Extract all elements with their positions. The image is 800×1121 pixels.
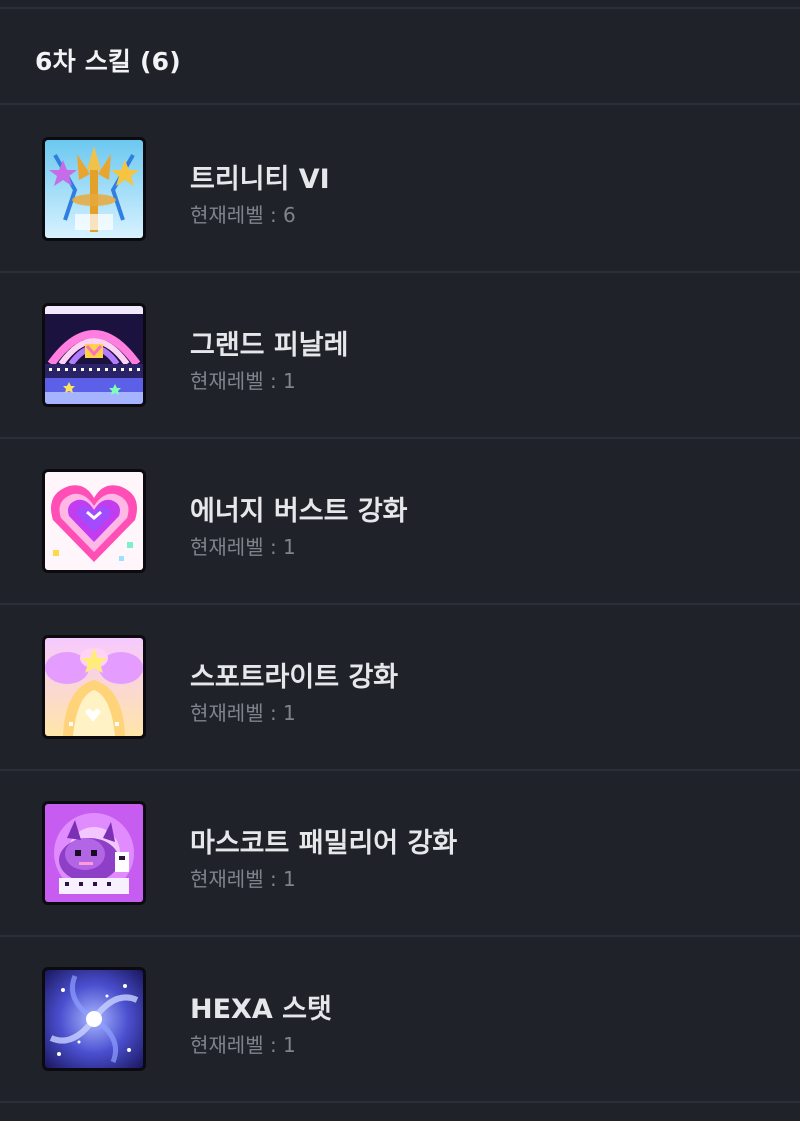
section-header: 6차 스킬 (6)	[0, 9, 800, 105]
skill-name: 스포트라이트 강화	[190, 662, 399, 693]
top-divider	[0, 0, 800, 9]
grand-finale-stage-icon	[42, 303, 146, 407]
skill-item-grand-finale[interactable]: 그랜드 피날레 현재레벨 : 1	[0, 273, 800, 439]
skill-item-spotlight[interactable]: 스포트라이트 강화 현재레벨 : 1	[0, 605, 800, 771]
skill-panel: 6차 스킬 (6) 트리니티 VI 현재레벨: 6 그랜드 피날레 현재레벨 …	[0, 0, 800, 1121]
skill-list: 트리니티 VI 현재레벨 : 6 그랜드 피날레 현재레벨: 1 에너지 버스…	[0, 107, 800, 1103]
skill-name: 에너지 버스트 강화	[190, 496, 408, 527]
section-title: 6차 스킬 (6)	[35, 47, 181, 76]
mascot-familiar-icon	[42, 801, 146, 905]
trinity-trident-icon	[42, 137, 146, 241]
skill-level: 현재레벨 : 1	[190, 701, 296, 725]
skill-item-mascot-familiar[interactable]: 마스코트 패밀리어 강화 현재레벨 : 1	[0, 771, 800, 937]
skill-item-energy-burst[interactable]: 에너지 버스트 강화 현재레벨 : 1	[0, 439, 800, 605]
skill-name: HEXA 스탯	[190, 994, 332, 1025]
skill-level: 현재레벨 : 1	[190, 1033, 296, 1057]
hexa-stat-galaxy-icon	[42, 967, 146, 1071]
skill-level: 현재레벨 : 1	[190, 369, 296, 393]
spotlight-angel-icon	[42, 635, 146, 739]
skill-item-trinity[interactable]: 트리니티 VI 현재레벨 : 6	[0, 107, 800, 273]
skill-name: 트리니티 VI	[190, 164, 330, 195]
skill-level: 현재레벨 : 1	[190, 867, 296, 891]
skill-name: 마스코트 패밀리어 강화	[190, 828, 458, 859]
skill-name: 그랜드 피날레	[190, 330, 349, 361]
skill-level: 현재레벨 : 6	[190, 203, 296, 227]
skill-item-hexa-stat[interactable]: HEXA 스탯 현재레벨 : 1	[0, 937, 800, 1103]
energy-burst-heart-icon	[42, 469, 146, 573]
skill-level: 현재레벨 : 1	[190, 535, 296, 559]
